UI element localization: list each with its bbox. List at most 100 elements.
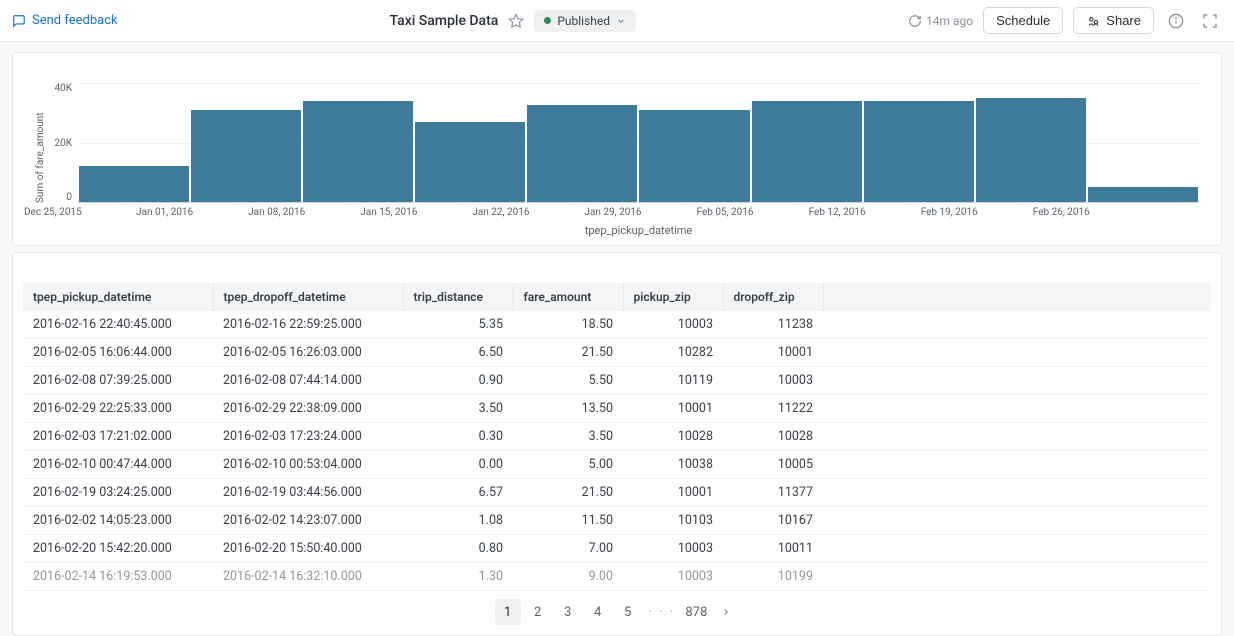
chart-bar[interactable]	[303, 101, 413, 202]
table-cell: 2016-02-10 00:47:44.000	[23, 451, 213, 479]
page-button[interactable]: 2	[525, 599, 551, 625]
column-header[interactable]: dropoff_zip	[723, 283, 823, 311]
chart-bar[interactable]	[415, 122, 525, 202]
chart-bar[interactable]	[864, 101, 974, 202]
chart-card: Sum of fare_amount 40K 20K 0 Dec 25, 201…	[12, 52, 1222, 246]
send-feedback-label: Send feedback	[32, 13, 118, 28]
table-cell: 13.50	[513, 395, 623, 423]
column-header[interactable]: tpep_pickup_datetime	[23, 283, 213, 311]
table-row[interactable]: 2016-02-05 16:06:44.0002016-02-05 16:26:…	[23, 339, 1211, 367]
top-bar: Send feedback Taxi Sample Data Published…	[0, 0, 1234, 42]
table-row[interactable]: 2016-02-14 16:19:53.0002016-02-14 16:32:…	[23, 563, 1211, 591]
chart-bar[interactable]	[976, 98, 1086, 202]
info-icon[interactable]	[1164, 9, 1188, 33]
table-cell: 10003	[623, 535, 723, 563]
table-cell: 5.00	[513, 451, 623, 479]
table-cell: 2016-02-29 22:38:09.000	[213, 395, 403, 423]
table-row[interactable]: 2016-02-02 14:05:23.0002016-02-02 14:23:…	[23, 507, 1211, 535]
comment-icon	[12, 14, 26, 28]
table-cell: 9.00	[513, 563, 623, 591]
table-cell: 2016-02-19 03:24:25.000	[23, 479, 213, 507]
table-cell: 2016-02-03 17:21:02.000	[23, 423, 213, 451]
table-cell: 2016-02-05 16:26:03.000	[213, 339, 403, 367]
plot: Dec 25, 2015Jan 01, 2016Jan 08, 2016Jan …	[78, 83, 1199, 233]
send-feedback-link[interactable]: Send feedback	[12, 13, 118, 28]
table-cell: 10119	[623, 367, 723, 395]
table-cell-empty	[823, 535, 1211, 563]
table-cell: 10003	[623, 563, 723, 591]
page-ellipsis: · · ·	[645, 605, 680, 620]
chart-bar[interactable]	[527, 105, 637, 202]
table-cell: 2016-02-02 14:23:07.000	[213, 507, 403, 535]
table-row[interactable]: 2016-02-16 22:40:45.0002016-02-16 22:59:…	[23, 311, 1211, 339]
schedule-button[interactable]: Schedule	[983, 7, 1063, 34]
table-cell: 2016-02-02 14:05:23.000	[23, 507, 213, 535]
table-cell: 2016-02-05 16:06:44.000	[23, 339, 213, 367]
plot-inner	[78, 83, 1199, 203]
column-header[interactable]: tpep_dropoff_datetime	[213, 283, 403, 311]
table-cell: 11.50	[513, 507, 623, 535]
x-tick: Dec 25, 2015	[22, 207, 134, 218]
table-row[interactable]: 2016-02-10 00:47:44.0002016-02-10 00:53:…	[23, 451, 1211, 479]
x-tick: Feb 26, 2016	[1031, 207, 1143, 218]
x-tick: Jan 01, 2016	[134, 207, 246, 218]
chart-bar[interactable]	[191, 110, 301, 202]
refresh-indicator[interactable]: 14m ago	[908, 14, 973, 28]
table-row[interactable]: 2016-02-08 07:39:25.0002016-02-08 07:44:…	[23, 367, 1211, 395]
chart-bar[interactable]	[752, 101, 862, 202]
table-cell: 2016-02-29 22:25:33.000	[23, 395, 213, 423]
table-cell: 2016-02-10 00:53:04.000	[213, 451, 403, 479]
table-cell: 10001	[623, 395, 723, 423]
status-dropdown[interactable]: Published	[534, 10, 636, 32]
table-cell: 2016-02-14 16:32:10.000	[213, 563, 403, 591]
table-cell: 6.57	[403, 479, 513, 507]
y-tick: 20K	[50, 138, 72, 149]
page-next-button[interactable]	[713, 599, 739, 625]
table-row[interactable]: 2016-02-03 17:21:02.0002016-02-03 17:23:…	[23, 423, 1211, 451]
status-dot-icon	[544, 17, 551, 24]
table-cell: 21.50	[513, 479, 623, 507]
page-button[interactable]: 3	[555, 599, 581, 625]
column-header[interactable]: trip_distance	[403, 283, 513, 311]
chart-bar[interactable]	[79, 166, 189, 202]
share-label: Share	[1106, 13, 1141, 28]
table-cell-empty	[823, 311, 1211, 339]
column-header[interactable]: pickup_zip	[623, 283, 723, 311]
page-title: Taxi Sample Data	[390, 13, 499, 29]
page-button[interactable]: 1	[495, 599, 521, 625]
y-tick: 0	[50, 192, 72, 203]
table-cell-empty	[823, 339, 1211, 367]
table-cell: 10003	[623, 311, 723, 339]
table-cell: 0.80	[403, 535, 513, 563]
table-cell: 2016-02-14 16:19:53.000	[23, 563, 213, 591]
column-header[interactable]: fare_amount	[513, 283, 623, 311]
table-cell: 1.30	[403, 563, 513, 591]
table-cell: 0.30	[403, 423, 513, 451]
page-button[interactable]: 4	[585, 599, 611, 625]
table-cell: 2016-02-03 17:23:24.000	[213, 423, 403, 451]
table-cell: 0.90	[403, 367, 513, 395]
table-row[interactable]: 2016-02-29 22:25:33.0002016-02-29 22:38:…	[23, 395, 1211, 423]
table-row[interactable]: 2016-02-19 03:24:25.0002016-02-19 03:44:…	[23, 479, 1211, 507]
star-icon[interactable]	[508, 13, 524, 29]
table-cell: 10003	[723, 367, 823, 395]
table-cell: 10103	[623, 507, 723, 535]
table-cell: 2016-02-16 22:40:45.000	[23, 311, 213, 339]
chart-bar[interactable]	[1088, 187, 1198, 202]
fullscreen-icon[interactable]	[1198, 9, 1222, 33]
x-tick: Feb 19, 2016	[919, 207, 1031, 218]
chart-bar[interactable]	[639, 110, 749, 202]
table-cell-empty	[823, 479, 1211, 507]
chevron-right-icon	[721, 607, 731, 617]
schedule-label: Schedule	[996, 13, 1050, 28]
share-button[interactable]: Share	[1073, 7, 1154, 34]
top-right: 14m ago Schedule Share	[908, 7, 1222, 34]
x-axis-label: tpep_pickup_datetime	[78, 224, 1199, 237]
table-cell: 1.08	[403, 507, 513, 535]
page-button-last[interactable]: 878	[683, 599, 709, 625]
table-cell: 10005	[723, 451, 823, 479]
table-row[interactable]: 2016-02-20 15:42:20.0002016-02-20 15:50:…	[23, 535, 1211, 563]
page-button[interactable]: 5	[615, 599, 641, 625]
table-cell: 0.00	[403, 451, 513, 479]
table-cell: 2016-02-08 07:39:25.000	[23, 367, 213, 395]
